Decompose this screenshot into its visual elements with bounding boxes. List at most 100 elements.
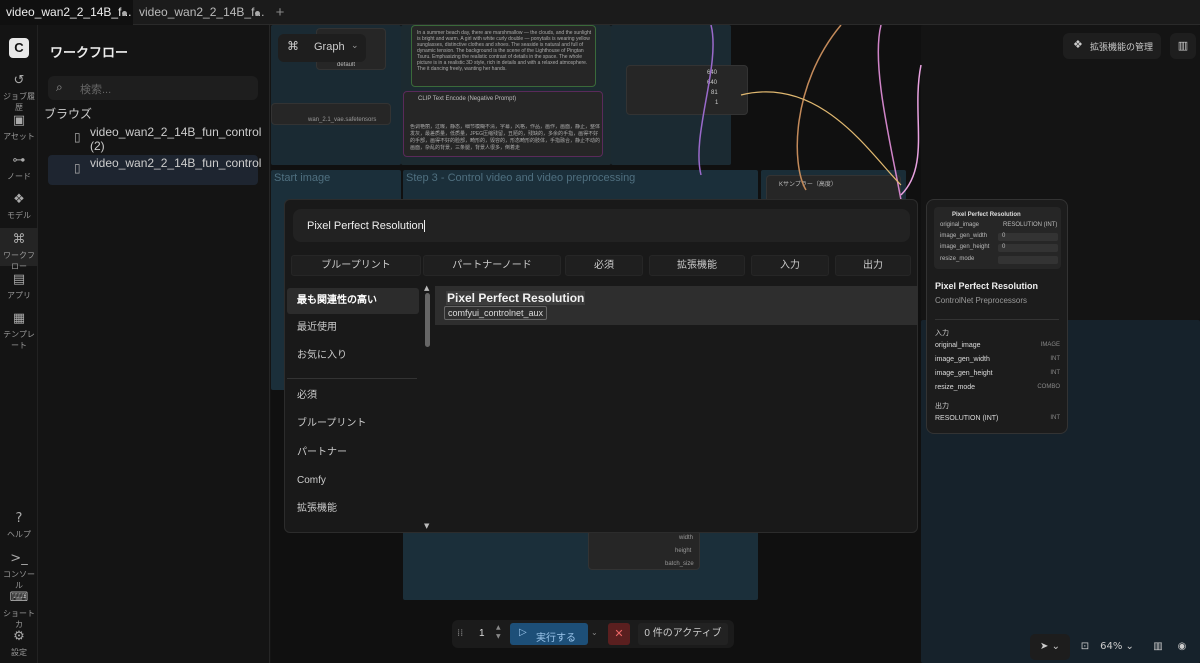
rail-label: ノード [7,172,31,181]
scroll-up-icon[interactable]: ▲ [424,284,429,292]
panel-icon: ▥ [1177,39,1189,52]
link-visibility-button[interactable]: ◉ [1174,634,1190,660]
cancel-run-button[interactable]: ✕ [608,623,630,645]
scroll-down-icon[interactable]: ▼ [424,522,429,530]
input-row: image_gen_width INT [935,356,1060,363]
search-result-item[interactable]: Pixel Perfect Resolution comfyui_control… [435,286,918,325]
rail-label: 設定 [11,648,27,657]
widget-value: 0 [1002,233,1006,239]
category-blueprints[interactable]: ブループリント [287,411,419,437]
input-type: INT [1050,370,1060,376]
play-icon: ▷ [519,627,527,638]
scroll-thumb[interactable] [425,293,430,347]
workflow-item[interactable]: ▯ video_wan2_2_14B_fun_control (2) [48,124,261,154]
toggle-panel-button[interactable]: ▥ [1170,33,1196,59]
output-name: RESOLUTION (INT) [935,415,999,422]
rail-job-history[interactable]: ↺ ジョブ履歴 [0,73,38,113]
rail-label: ヘルプ [7,530,31,539]
manage-extensions-button[interactable]: ❖ 拡張機能の管理 [1063,33,1161,59]
category-most-relevant[interactable]: 最も関連性の高い [287,288,419,314]
rail-label: テンプレート [3,330,35,350]
category-scrollbar[interactable]: ▲ ▼ [424,284,431,532]
input-name: original_image [935,342,981,349]
category-essentials[interactable]: 必須 [287,383,419,409]
rail-settings[interactable]: ⚙ 設定 [0,629,38,658]
rail-templates[interactable]: ▦ テンプレート [0,311,38,351]
graph-breadcrumb-button[interactable]: ⌘ Graph ⌄ [278,34,366,62]
category-partners[interactable]: パートナー [287,440,419,466]
fit-view-button[interactable]: ⊡ [1077,634,1093,660]
comfy-logo-icon[interactable]: C [0,38,38,58]
rail-apps[interactable]: ▤ アプリ [0,272,38,301]
filter-essentials[interactable]: 必須 [565,255,643,276]
drag-handle-icon[interactable]: ⁞⁞ [457,628,463,639]
category-comfy[interactable]: Comfy [287,468,419,494]
chevron-down-icon: ⌄ [351,41,359,51]
rail-label: コンソール [3,570,35,590]
search-placeholder: 検索... [80,84,112,96]
inputs-heading: 入力 [935,330,949,337]
workflow-item-label: video_wan2_2_14B_fun_control [90,156,262,170]
node-search-value: Pixel Perfect Resolution [307,220,424,232]
filter-extensions[interactable]: 拡張機能 [649,255,745,276]
batch-count-input[interactable]: 1 [479,628,485,639]
workflow-sidebar: ワークフロー ⌕ 検索... ブラウズ ▯ video_wan2_2_14B_f… [38,25,270,663]
filter-blueprint[interactable]: ブループリント [291,255,421,276]
widget-value: 0 [1002,244,1006,250]
node-search-input[interactable]: Pixel Perfect Resolution [293,209,910,242]
keyboard-icon: ⌨ [9,590,29,605]
rail-models[interactable]: ❖ モデル [0,192,38,221]
input-type: COMBO [1037,384,1060,390]
help-icon: ? [15,511,23,526]
rail-label: ショートカ [3,609,35,629]
rail-assets[interactable]: ▣ アセット [0,113,38,142]
filter-outputs[interactable]: 出力 [835,255,911,276]
run-button[interactable]: ▷ 実行する [510,623,588,645]
apps-icon: ▤ [12,272,26,287]
input-type: IMAGE [1040,342,1060,348]
rail-help[interactable]: ? ヘルプ [0,511,38,540]
input-name: image_gen_width [935,356,990,363]
workflow-tab[interactable]: video_wan2_2_14B_f... [133,0,266,25]
stepper-arrows-icon[interactable]: ▲ ▼ [496,623,501,641]
fit-view-icon: ⊡ [1080,641,1090,652]
minimap-button[interactable]: ▥ [1150,634,1166,660]
input-row: resize_mode COMBO [935,384,1060,391]
rail-label: アセット [3,132,35,141]
sidebar-title: ワークフロー [50,45,129,60]
new-tab-button[interactable]: + [268,0,292,25]
rail-shortcuts[interactable]: ⌨ ショートカ [0,590,38,630]
rail-label: ジョブ履歴 [3,92,35,112]
run-label: 実行する [536,633,576,644]
graph-label: Graph [314,41,345,53]
chevron-down-icon: ⌄ [1122,641,1134,652]
filter-inputs[interactable]: 入力 [751,255,829,276]
preview-node-input: original_image [940,222,980,228]
node-search-dialog: Pixel Perfect Resolution ブループリント パートナーノー… [284,199,918,533]
chevron-down-icon[interactable]: ⌄ [591,628,598,637]
file-icon: ▯ [74,161,81,175]
widget-name: image_gen_height [940,244,990,250]
widget-field [998,233,1058,241]
rail-workflows[interactable]: ⌘ ワークフロー [0,228,38,271]
input-name: image_gen_height [935,370,993,377]
workflow-tab-active[interactable]: video_wan2_2_14B_f... [0,0,133,25]
result-source-badge: comfyui_controlnet_aux [444,306,548,320]
workflow-item-selected[interactable]: ▯ video_wan2_2_14B_fun_control [48,155,262,185]
text-cursor [423,220,425,233]
zoom-control[interactable]: 64% ⌄ [1099,634,1135,660]
workflow-search-input[interactable]: ⌕ 検索... [48,76,258,100]
category-recent[interactable]: 最近使用 [287,315,419,341]
widget-field [998,244,1058,252]
select-tool-button[interactable]: ➤ ⌄ [1030,634,1070,660]
tab-bar: video_wan2_2_14B_f... video_wan2_2_14B_f… [0,0,1200,25]
filter-partner-nodes[interactable]: パートナーノード [423,255,561,276]
preview-category: ControlNet Preprocessors [935,296,1028,305]
queue-status[interactable]: 0 件のアクティブ [638,623,728,645]
output-type: INT [1050,415,1060,421]
rail-console[interactable]: >_ コンソール [0,551,38,591]
rail-nodes[interactable]: ⊶ ノード [0,153,38,182]
category-extensions[interactable]: 拡張機能 [287,496,419,522]
category-favorites[interactable]: お気に入り [287,343,419,369]
close-icon: ✕ [614,627,624,640]
